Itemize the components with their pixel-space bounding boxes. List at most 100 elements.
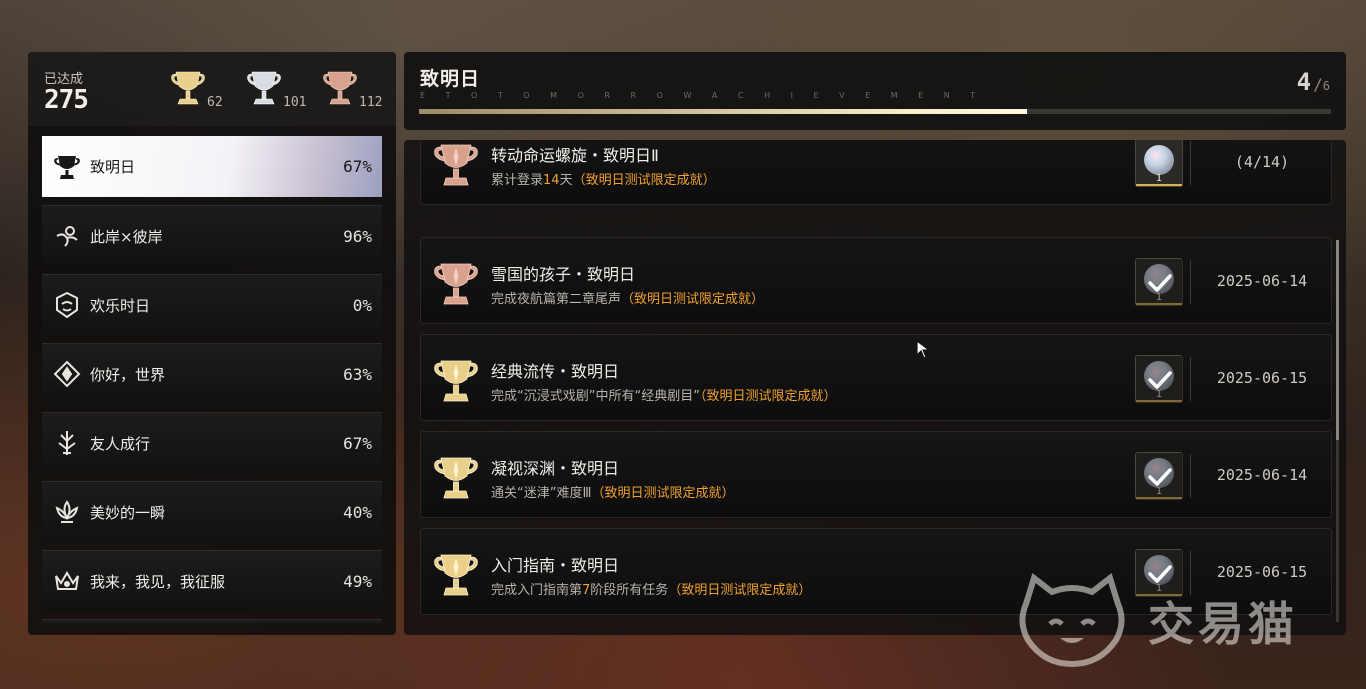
category-item-nihao-shijie[interactable]: 你好，世界 63% — [42, 343, 382, 404]
category-name: 致明日 — [90, 158, 136, 176]
progress-total: 6 — [1322, 79, 1330, 93]
claimed-check-icon — [1136, 356, 1184, 404]
reward-quantity: 1 — [1155, 173, 1163, 184]
reward-crystal-icon — [1144, 145, 1174, 175]
reward-item[interactable]: 1 — [1135, 355, 1184, 404]
bronze-trophy-icon — [433, 140, 479, 189]
row-divider — [1190, 141, 1191, 185]
gold-trophy-icon — [170, 68, 206, 112]
description-number: 14 — [543, 173, 560, 188]
progress-slash: / — [1313, 75, 1323, 94]
description-text: 完成夜航篇第二章尾声 — [491, 292, 622, 307]
category-item-zhimingri[interactable]: 致明日 67% — [42, 136, 382, 197]
gold-trophy-stat: 62 — [170, 70, 223, 112]
bronze-trophy-stat: 112 — [322, 70, 382, 112]
limited-tag: （致明日测试限定成就） — [621, 292, 765, 307]
category-title: 致明日 — [420, 68, 481, 90]
mask-icon — [52, 290, 82, 320]
category-percent: 63% — [343, 364, 372, 384]
watermark-text: 交易猫 — [1148, 597, 1298, 651]
category-name: 此岸×彼岸 — [90, 227, 163, 246]
gold-trophy-icon — [433, 549, 479, 599]
achievement-description: 完成入门指南第7阶段所有任务（致明日测试限定成就） — [491, 579, 811, 598]
category-percent: 40% — [343, 502, 372, 522]
achievement-title: 经典流传・致明日 — [491, 362, 620, 381]
completion-date: 2025-06-14 — [1216, 272, 1308, 290]
row-divider — [1190, 454, 1191, 498]
achievement-list-panel[interactable]: 转动命运螺旋・致明日Ⅱ 累计登录14天（致明日测试限定成就） 1 (4/14) 雪国的孩… — [404, 140, 1346, 635]
mouse-cursor-icon — [916, 340, 931, 359]
category-name: 我来，我见，我征服 — [90, 572, 226, 591]
achieved-count: 275 — [44, 85, 89, 115]
silver-trophy-count: 101 — [283, 95, 307, 110]
gold-trophy-icon — [433, 452, 479, 502]
watermark: 交易猫 — [1012, 568, 1352, 678]
achievement-row[interactable]: 凝视深渊・致明日 通关“迷津”难度Ⅲ（致明日测试限定成就） 1 2025-06-14 — [420, 431, 1332, 518]
category-subtitle: E T O T O M O R R O W A C H I E V E M E … — [420, 91, 985, 100]
category-percent: 67% — [343, 157, 372, 176]
achievement-title: 入门指南・致明日 — [491, 556, 620, 575]
claimed-check-icon — [1136, 453, 1184, 501]
category-percent: 67% — [343, 433, 372, 453]
achievement-category-panel: 已达成 275 62 101 112 致明日 67% 此岸×彼岸 96% 欢乐时… — [28, 52, 396, 635]
category-name: 美妙的一瞬 — [90, 503, 166, 522]
completion-date: 2025-06-14 — [1216, 466, 1308, 484]
achievement-description: 完成“沉浸式戏剧”中所有“经典剧目”（致明日测试限定成就） — [491, 385, 836, 404]
achievement-summary: 已达成 275 62 101 112 — [28, 52, 396, 126]
category-list: 致明日 67% 此岸×彼岸 96% 欢乐时日 0% 你好，世界 63% 友人成行… — [42, 136, 382, 627]
description-text: 完成入门指南第 — [491, 583, 583, 598]
achievement-row[interactable]: 转动命运螺旋・致明日Ⅱ 累计登录14天（致明日测试限定成就） 1 (4/14) — [420, 140, 1332, 205]
reward-item[interactable]: 1 — [1135, 258, 1184, 307]
compass-icon — [52, 359, 82, 389]
limited-tag: （致明日测试限定成就） — [668, 583, 812, 598]
limited-tag: （致明日测试限定成就） — [572, 173, 716, 188]
category-percent: 96% — [343, 226, 372, 246]
achievement-row[interactable]: 经典流传・致明日 完成“沉浸式戏剧”中所有“经典剧目”（致明日测试限定成就） 1 20… — [420, 334, 1332, 421]
cat-logo-icon — [1019, 572, 1125, 668]
category-progress-bar — [419, 109, 1331, 114]
achievement-row[interactable]: 雪国的孩子・致明日 完成夜航篇第二章尾声（致明日测试限定成就） 1 2025-06-1… — [420, 237, 1332, 324]
category-name: 你好，世界 — [90, 365, 166, 384]
reward-item[interactable]: 1 — [1135, 140, 1183, 187]
limited-tag: （致明日测试限定成就） — [591, 486, 735, 501]
category-item-huanle-shiri[interactable]: 欢乐时日 0% — [42, 274, 382, 335]
bronze-trophy-icon — [322, 68, 358, 112]
achievement-description: 完成夜航篇第二章尾声（致明日测试限定成就） — [491, 288, 764, 307]
lotus-icon — [52, 497, 82, 527]
claimed-check-icon — [1136, 259, 1184, 307]
row-divider — [1190, 357, 1191, 401]
silver-trophy-icon — [246, 68, 282, 112]
description-text: 完成“沉浸式戏剧”中所有“经典剧目” — [491, 389, 700, 404]
description-text: 阶段所有任务 — [590, 583, 669, 598]
crest-icon — [52, 428, 82, 458]
category-item-next[interactable] — [42, 619, 382, 627]
crown-icon — [52, 566, 82, 596]
trophy-icon — [52, 152, 82, 182]
category-name: 友人成行 — [90, 434, 151, 453]
category-item-wolai-wojian[interactable]: 我来，我见，我征服 49% — [42, 550, 382, 611]
scrollbar-thumb[interactable] — [1336, 240, 1339, 440]
reward-rarity-bar — [1136, 184, 1182, 186]
bronze-trophy-count: 112 — [359, 95, 383, 110]
progress-current: 4 — [1296, 68, 1312, 96]
achievement-title: 转动命运螺旋・致明日Ⅱ — [491, 146, 659, 165]
achievement-description: 通关“迷津”难度Ⅲ（致明日测试限定成就） — [491, 482, 734, 501]
swirl-icon — [52, 221, 82, 251]
category-item-youren-chengxing[interactable]: 友人成行 67% — [42, 412, 382, 473]
category-progress-count: 4/6 — [1297, 68, 1330, 96]
category-header: 致明日 E T O T O M O R R O W A C H I E V E … — [404, 52, 1346, 130]
category-progress-fill — [419, 109, 1028, 114]
category-percent: 0% — [352, 295, 372, 315]
reward-item[interactable]: 1 — [1135, 452, 1184, 501]
silver-trophy-stat: 101 — [246, 70, 306, 112]
description-text: 天 — [559, 173, 573, 188]
row-divider — [1190, 260, 1191, 304]
category-percent: 49% — [343, 571, 372, 591]
category-item-ci-an-bi-an[interactable]: 此岸×彼岸 96% — [42, 205, 382, 266]
progress-status: (4/14) — [1234, 153, 1290, 171]
bronze-trophy-icon — [433, 258, 479, 308]
description-text: 累计登录 — [491, 173, 544, 188]
limited-tag: （致明日测试限定成就） — [699, 389, 837, 404]
gold-trophy-count: 62 — [207, 95, 223, 110]
category-item-meimiao-yishun[interactable]: 美妙的一瞬 40% — [42, 481, 382, 542]
